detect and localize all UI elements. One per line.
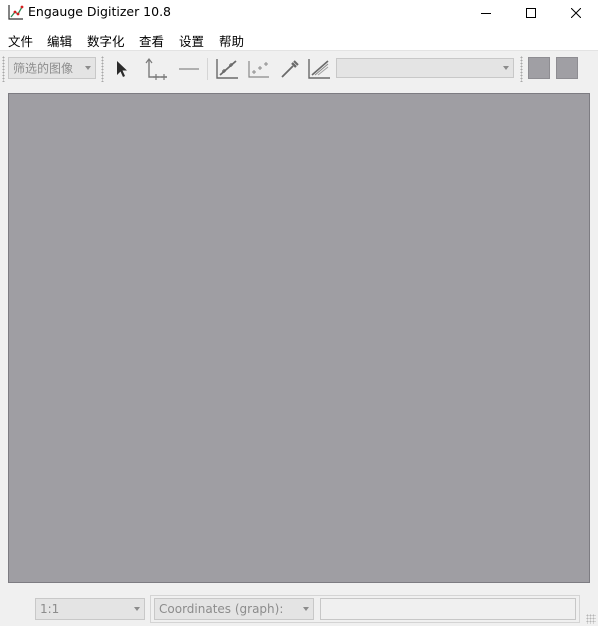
toolbar-grip[interactable] (520, 56, 523, 82)
maximize-icon (526, 8, 536, 18)
curve-point-icon (216, 59, 238, 79)
minimize-icon (481, 13, 491, 14)
background-filter-combo[interactable]: 筛选的图像 (8, 57, 96, 79)
maximize-button[interactable] (508, 0, 554, 26)
axis-point-icon (145, 58, 167, 80)
zoom-value: 1:1 (40, 602, 60, 616)
toolbar: 筛选的图像 (0, 50, 598, 86)
close-icon (571, 8, 581, 18)
app-logo-icon (7, 4, 24, 21)
status-bar: 1:1 Coordinates (graph): (0, 592, 598, 626)
background-filter-value: 筛选的图像 (13, 61, 74, 76)
window-title: Engauge Digitizer 10.8 (28, 4, 172, 19)
point-match-icon (248, 61, 269, 78)
resize-grip[interactable] (586, 614, 596, 624)
coordinates-units-combo[interactable]: Coordinates (graph): (154, 598, 314, 620)
menu-edit[interactable]: 编辑 (47, 31, 72, 50)
color-picker-icon (281, 60, 299, 78)
curve-select-combo[interactable] (336, 58, 514, 78)
coordinates-field[interactable] (320, 598, 576, 620)
menu-bar: 文件 编辑 数字化 查看 设置 帮助 (0, 26, 598, 50)
toolbar-separator (207, 58, 208, 80)
minimize-button[interactable] (463, 0, 509, 26)
toolbar-grip[interactable] (101, 56, 104, 82)
curve-point-tool-button[interactable] (215, 57, 239, 81)
close-button[interactable] (553, 0, 598, 26)
menu-digitize[interactable]: 数字化 (87, 31, 125, 50)
image-canvas[interactable] (8, 93, 590, 583)
segment-fill-tool-button[interactable] (307, 57, 331, 81)
coordinates-units-value: Coordinates (graph): (159, 602, 284, 616)
chevron-down-icon (134, 607, 140, 611)
toolbar-grip[interactable] (2, 56, 5, 82)
select-tool-button[interactable] (110, 57, 134, 81)
menu-file[interactable]: 文件 (8, 31, 33, 50)
title-bar: Engauge Digitizer 10.8 (0, 0, 598, 26)
coordinate-system-button[interactable] (556, 57, 578, 79)
chevron-down-icon (303, 607, 309, 611)
menu-settings[interactable]: 设置 (179, 31, 204, 50)
menu-help[interactable]: 帮助 (219, 31, 244, 50)
color-picker-tool-button[interactable] (277, 57, 301, 81)
checklist-guide-button[interactable] (528, 57, 550, 79)
axis-point-tool-button[interactable] (145, 57, 169, 81)
scale-bar-tool-button[interactable] (177, 57, 201, 81)
menu-view[interactable]: 查看 (139, 31, 164, 50)
zoom-combo[interactable]: 1:1 (35, 598, 145, 620)
chevron-down-icon (85, 66, 91, 70)
segment-fill-icon (308, 59, 330, 79)
point-match-tool-button[interactable] (246, 57, 270, 81)
chevron-down-icon (503, 66, 509, 70)
select-arrow-icon (117, 61, 127, 77)
scale-bar-icon (179, 68, 199, 70)
